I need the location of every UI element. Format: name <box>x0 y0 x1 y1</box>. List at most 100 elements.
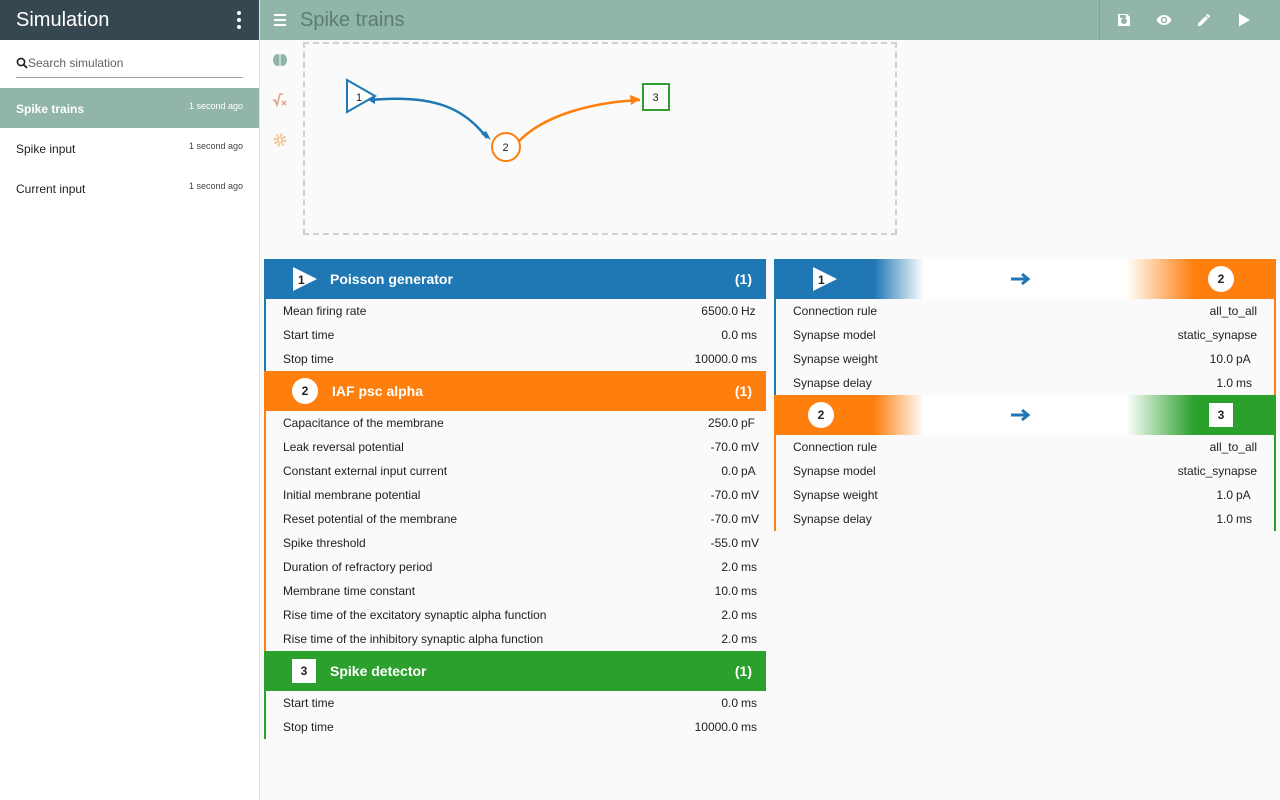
param-row[interactable]: Leak reversal potential -70.0 mV <box>266 435 766 459</box>
param-name: Reset potential of the membrane <box>283 512 458 526</box>
connection-header[interactable]: 2 3 <box>774 395 1276 435</box>
param-unit: ms <box>741 328 757 342</box>
param-row[interactable]: Synapse weight 10.0 pA <box>776 347 1274 371</box>
node-header[interactable]: 2 IAF psc alpha (1) <box>264 371 766 411</box>
param-row[interactable]: Capacitance of the membrane 250.0 pF <box>266 411 766 435</box>
play-icon[interactable] <box>1224 0 1264 40</box>
param-value: 0.0 <box>721 328 738 342</box>
save-icon[interactable] <box>1104 0 1144 40</box>
param-value: static_synapse <box>1177 328 1257 342</box>
search-input[interactable] <box>28 55 238 70</box>
param-row[interactable]: Synapse delay 1.0 ms <box>776 371 1274 395</box>
param-unit: ms <box>741 720 757 734</box>
param-value: -70.0 <box>710 440 738 454</box>
source-node-badge: 2 <box>808 402 834 428</box>
eye-icon[interactable] <box>1144 0 1184 40</box>
param-row[interactable]: Membrane time constant 10.0 ms <box>266 579 766 603</box>
simulation-list: Spike trains 1 second ago Spike input 1 … <box>0 88 259 208</box>
param-unit: mV <box>741 488 759 502</box>
param-row[interactable]: Synapse delay 1.0 ms <box>776 507 1274 531</box>
simulation-item-label: Spike input <box>16 142 76 156</box>
node-header[interactable]: 1 Poisson generator (1) <box>264 259 766 299</box>
node-badge: 3 <box>292 659 316 683</box>
param-unit: ms <box>741 560 757 574</box>
param-name: Connection rule <box>793 304 878 318</box>
brain-icon[interactable] <box>260 40 300 80</box>
node-header[interactable]: 3 Spike detector (1) <box>264 651 766 691</box>
simulation-item-spike-trains[interactable]: Spike trains 1 second ago <box>0 88 259 128</box>
param-unit: pF <box>741 416 756 430</box>
param-name: Start time <box>283 696 335 710</box>
param-row[interactable]: Rise time of the inhibitory synaptic alp… <box>266 627 766 651</box>
graph-node-label: 3 <box>653 92 659 104</box>
tool-rail <box>260 40 300 160</box>
simulation-item-current-input[interactable]: Current input 1 second ago <box>0 168 259 208</box>
node-count: (1) <box>734 663 752 679</box>
param-value: -55.0 <box>710 536 738 550</box>
param-name: Synapse weight <box>793 488 878 502</box>
node-badge: 2 <box>292 378 318 404</box>
node-name: Poisson generator <box>330 271 453 287</box>
param-row[interactable]: Stop time 10000.0 ms <box>266 715 766 739</box>
graph-node-3[interactable]: 3 <box>642 83 670 111</box>
simulation-item-label: Current input <box>16 182 86 196</box>
node-badge-label: 1 <box>298 273 305 287</box>
graph-node-1[interactable]: 1 <box>346 78 378 114</box>
simulation-item-spike-input[interactable]: Spike input 1 second ago <box>0 128 259 168</box>
param-unit: ms <box>1236 512 1252 526</box>
simulation-item-time: 1 second ago <box>188 181 243 191</box>
param-row[interactable]: Mean firing rate 6500.0 Hz <box>266 299 766 323</box>
param-value: all_to_all <box>1209 440 1257 454</box>
param-row[interactable]: Start time 0.0 ms <box>266 323 766 347</box>
param-row[interactable]: Connection rule all_to_all <box>776 299 1274 323</box>
search-icon <box>16 57 28 69</box>
arrow-right-icon <box>1011 408 1031 422</box>
sidebar-header: Simulation <box>0 0 259 40</box>
param-row[interactable]: Connection rule all_to_all <box>776 435 1274 459</box>
graph-node-label: 1 <box>356 92 362 104</box>
sidebar: Simulation Spike trains 1 second ago Spi… <box>0 0 260 800</box>
settings-icon[interactable] <box>260 120 300 160</box>
connection-edge-2-3[interactable] <box>517 98 641 143</box>
param-unit: pA <box>741 464 756 478</box>
connection-panel-2-3: 2 3 Connection rule all_to_all Synapse mo… <box>774 395 1276 531</box>
top-bar: Spike trains <box>260 0 1280 40</box>
graph-node-2[interactable]: 2 <box>491 132 521 162</box>
param-value: 1.0 <box>1216 488 1233 502</box>
param-name: Start time <box>283 328 335 342</box>
param-name: Synapse model <box>793 328 876 342</box>
param-value: 10000.0 <box>694 720 738 734</box>
function-icon[interactable] <box>260 80 300 120</box>
more-vert-icon[interactable] <box>235 7 243 33</box>
param-row[interactable]: Start time 0.0 ms <box>266 691 766 715</box>
param-name: Duration of refractory period <box>283 560 433 574</box>
param-value: 250.0 <box>707 416 738 430</box>
connection-header[interactable]: 1 2 <box>774 259 1276 299</box>
source-node-label: 1 <box>818 273 825 287</box>
connection-params: Connection rule all_to_all Synapse model s… <box>774 299 1276 395</box>
param-row[interactable]: Initial membrane potential -70.0 mV <box>266 483 766 507</box>
param-value: 1.0 <box>1216 376 1233 390</box>
sidebar-title: Simulation <box>16 8 110 31</box>
param-row[interactable]: Synapse model static_synapse <box>776 459 1274 483</box>
param-row[interactable]: Rise time of the excitatory synaptic alp… <box>266 603 766 627</box>
param-name: Stop time <box>283 720 334 734</box>
param-row[interactable]: Synapse weight 1.0 pA <box>776 483 1274 507</box>
node-params: Capacitance of the membrane 250.0 pF Leak … <box>264 411 766 651</box>
param-row[interactable]: Synapse model static_synapse <box>776 323 1274 347</box>
param-name: Synapse model <box>793 464 876 478</box>
param-row[interactable]: Duration of refractory period 2.0 ms <box>266 555 766 579</box>
param-row[interactable]: Stop time 10000.0 ms <box>266 347 766 371</box>
pencil-icon[interactable] <box>1184 0 1224 40</box>
param-row[interactable]: Reset potential of the membrane -70.0 mV <box>266 507 766 531</box>
source-node-badge: 1 <box>812 267 837 291</box>
param-row[interactable]: Constant external input current 0.0 pA <box>266 459 766 483</box>
network-graph[interactable]: 1 2 3 <box>303 42 897 235</box>
menu-icon[interactable] <box>260 0 300 40</box>
connection-params: Connection rule all_to_all Synapse model s… <box>774 435 1276 531</box>
param-unit: ms <box>741 352 757 366</box>
param-unit: mV <box>741 536 759 550</box>
param-row[interactable]: Spike threshold -55.0 mV <box>266 531 766 555</box>
connection-edge-1-2[interactable] <box>370 97 488 139</box>
node-panel-spike-detector: 3 Spike detector (1) Start time 0.0 ms Sto… <box>264 651 766 739</box>
